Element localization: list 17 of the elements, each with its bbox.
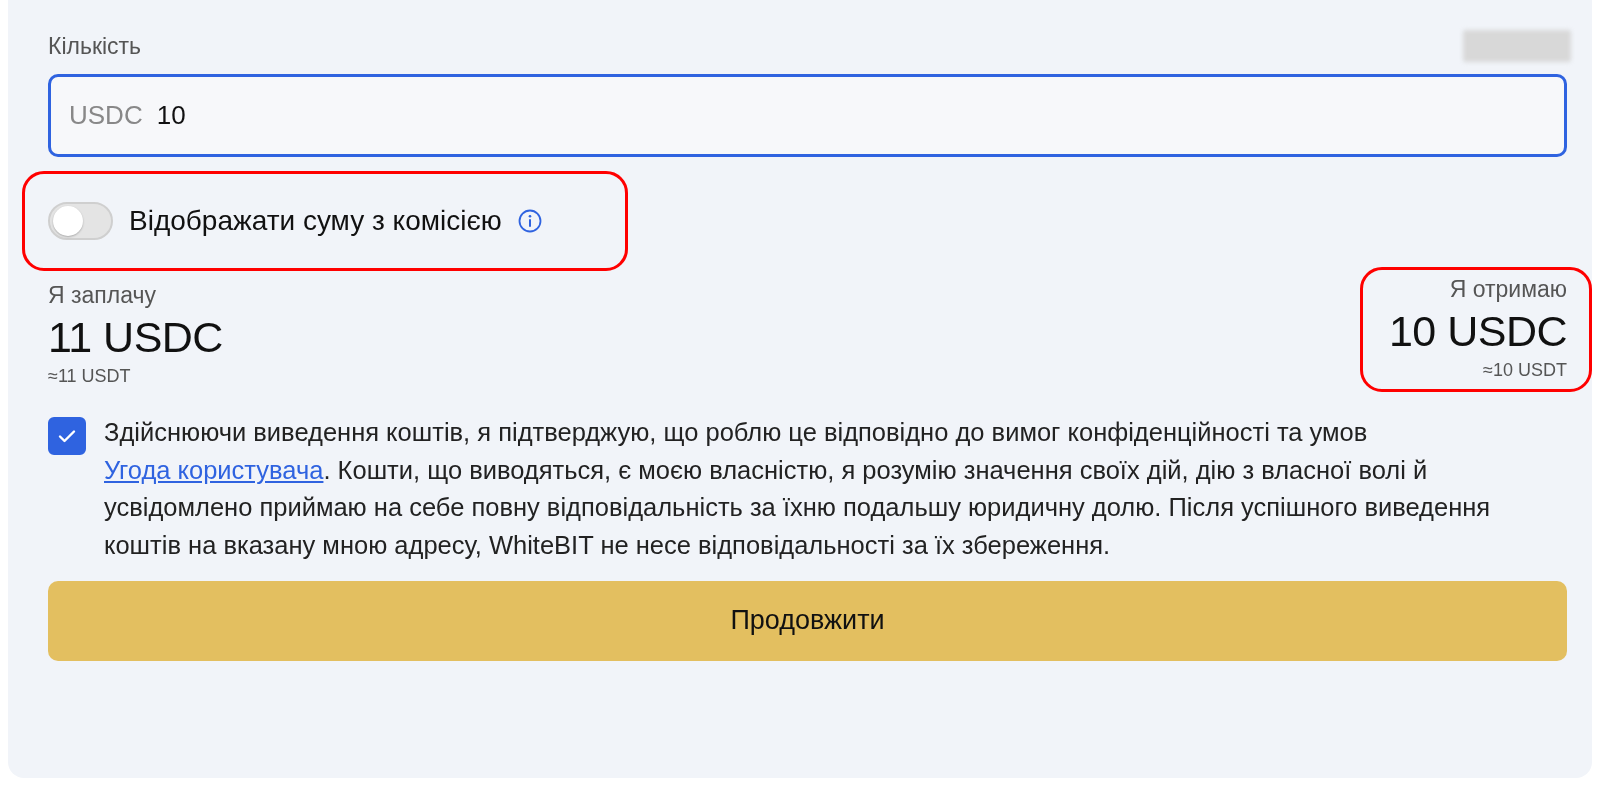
currency-prefix: USDC (69, 100, 143, 131)
amount-value: 10 (156, 100, 186, 131)
agreement-checkbox[interactable] (48, 417, 86, 455)
continue-button[interactable]: Продовжити (48, 580, 1567, 661)
agreement-text: Здійснюючи виведення коштів, я підтверджую, що роблю це відповідно до вимог конфіденційності та умов Угода користувача. Кошти, що виводяться, є моєю власністю, я розумію значення своїх дій, дію з власної волі й усвідомлено приймаю на себе повну відповідальність за їхню подальшу юридичну долю. Після успішного виведення коштів на вказану мною адресу, WhiteBIT не несе відповідальності за їх збереження. (104, 417, 1492, 562)
receive-amount: 10 USDC (1388, 307, 1567, 356)
receive-approx: ≈10 USDT (1483, 360, 1567, 381)
receive-label: Я отримаю (1449, 276, 1567, 303)
toggle-label: Відображати суму з комісією (129, 205, 502, 237)
pay-approx: ≈11 USDT (48, 366, 132, 387)
amount-field[interactable]: USDC 10 (48, 74, 1567, 157)
field-label: Кількість (48, 32, 142, 60)
fee-toggle[interactable] (48, 202, 113, 240)
info-icon[interactable] (517, 209, 542, 233)
user-agreement-link[interactable]: Угода користувача (104, 455, 324, 484)
pay-label: Я заплачу (48, 282, 157, 309)
pay-amount: 11 USDC (48, 313, 223, 362)
